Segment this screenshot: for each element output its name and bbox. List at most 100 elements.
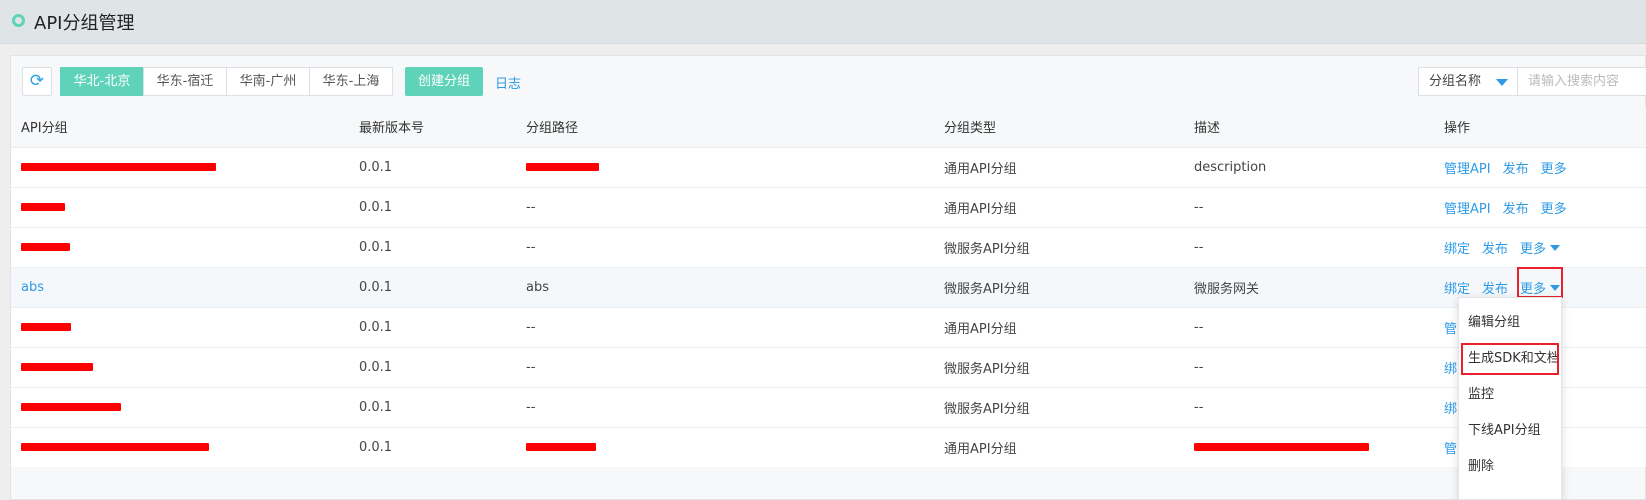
- menu-item-generate-sdk[interactable]: 生成SDK和文档: [1459, 341, 1561, 377]
- path-cell: --: [516, 226, 934, 267]
- type-cell: 微服务API分组: [934, 346, 1184, 387]
- menu-item-offline-group[interactable]: 下线API分组: [1459, 413, 1561, 449]
- chevron-down-icon: [1496, 79, 1508, 86]
- ops-cell: 管理API 发布 更多: [1434, 186, 1646, 227]
- type-cell: 微服务API分组: [934, 226, 1184, 267]
- version-cell: 0.0.1: [349, 346, 516, 387]
- publish-link[interactable]: 发布: [1482, 242, 1508, 257]
- col-header-path: 分组路径: [516, 107, 934, 147]
- path-cell: --: [516, 346, 934, 387]
- col-header-desc: 描述: [1184, 107, 1434, 147]
- redaction-mark: [21, 163, 216, 171]
- page-header: API分组管理: [0, 0, 1646, 44]
- log-link[interactable]: 日志: [495, 73, 521, 92]
- group-name-cell[interactable]: abs: [11, 266, 349, 307]
- refresh-button[interactable]: ⟳: [22, 67, 52, 96]
- redaction-mark: [21, 323, 71, 331]
- group-name-cell[interactable]: [11, 226, 349, 267]
- table-header-row: API分组 最新版本号 分组路径 分组类型 描述 操作: [11, 107, 1646, 147]
- publish-link[interactable]: 发布: [1503, 202, 1529, 217]
- publish-link[interactable]: 发布: [1503, 162, 1529, 177]
- bind-link[interactable]: 绑: [1444, 402, 1457, 417]
- more-link[interactable]: 更多: [1520, 281, 1561, 297]
- api-group-table: API分组 最新版本号 分组路径 分组类型 描述 操作 0.0.1 通用API分…: [11, 107, 1646, 467]
- region-tab-suqian[interactable]: 华东-宿迁: [143, 67, 227, 96]
- table-row: 0.0.1 -- 微服务API分组 -- 绑定 发布 更多: [11, 226, 1646, 267]
- col-header-ops: 操作: [1434, 107, 1646, 147]
- redaction-mark: [21, 403, 121, 411]
- group-name-cell[interactable]: [11, 306, 349, 347]
- redaction-mark: [21, 443, 209, 452]
- type-cell: 通用API分组: [934, 146, 1184, 187]
- desc-cell: --: [1184, 386, 1434, 427]
- more-label: 更多: [1520, 281, 1547, 297]
- region-tabs: 华北-北京 华东-宿迁 华南-广州 华东-上海: [60, 67, 393, 96]
- table-row: 0.0.1 通用API分组 管: [11, 426, 1646, 467]
- version-cell: 0.0.1: [349, 186, 516, 227]
- group-name-link[interactable]: abs: [21, 280, 44, 295]
- bind-link[interactable]: 绑定: [1444, 242, 1470, 257]
- menu-item-monitor[interactable]: 监控: [1459, 377, 1561, 413]
- desc-cell: --: [1184, 346, 1434, 387]
- path-cell: abs: [516, 266, 934, 307]
- redaction-mark: [526, 163, 599, 171]
- group-name-cell[interactable]: [11, 346, 349, 387]
- manage-api-link[interactable]: 管: [1444, 442, 1457, 457]
- bind-link[interactable]: 绑: [1444, 362, 1457, 377]
- path-cell: --: [516, 386, 934, 427]
- version-cell: 0.0.1: [349, 426, 516, 467]
- api-group-panel: ⟳ 华北-北京 华东-宿迁 华南-广州 华东-上海 创建分组 日志 分组名称 A…: [10, 55, 1646, 500]
- publish-link[interactable]: 发布: [1482, 282, 1508, 297]
- page-title: API分组管理: [34, 13, 135, 34]
- title-circle-icon: [12, 14, 25, 27]
- region-tab-beijing[interactable]: 华北-北京: [60, 67, 144, 96]
- col-header-group: API分组: [11, 107, 349, 147]
- search-input[interactable]: [1517, 67, 1646, 96]
- create-group-button[interactable]: 创建分组: [405, 67, 483, 96]
- table-row: 0.0.1 -- 微服务API分组 -- 绑: [11, 346, 1646, 387]
- desc-cell: [1184, 426, 1434, 467]
- table-row: 0.0.1 -- 微服务API分组 -- 绑: [11, 386, 1646, 427]
- more-dropdown-menu: 编辑分组 生成SDK和文档 监控 下线API分组 删除: [1458, 297, 1562, 500]
- group-name-cell[interactable]: [11, 386, 349, 427]
- redaction-mark: [21, 203, 65, 211]
- manage-api-link[interactable]: 管: [1444, 322, 1457, 337]
- toolbar: ⟳ 华北-北京 华东-宿迁 华南-广州 华东-上海 创建分组 日志 分组名称: [11, 56, 1646, 106]
- desc-cell: --: [1184, 306, 1434, 347]
- version-cell: 0.0.1: [349, 386, 516, 427]
- type-cell: 微服务API分组: [934, 266, 1184, 307]
- refresh-icon: ⟳: [29, 71, 45, 91]
- more-label: 更多: [1520, 241, 1547, 257]
- desc-cell: description: [1184, 146, 1434, 187]
- desc-cell: --: [1184, 226, 1434, 267]
- more-link[interactable]: 更多: [1541, 162, 1567, 177]
- manage-api-link[interactable]: 管理API: [1444, 162, 1491, 177]
- more-link[interactable]: 更多: [1520, 241, 1561, 257]
- redaction-mark: [526, 443, 596, 452]
- table-row: abs 0.0.1 abs 微服务API分组 微服务网关 绑定 发布 更多: [11, 266, 1646, 307]
- search-field-select[interactable]: 分组名称: [1418, 67, 1518, 96]
- group-name-cell[interactable]: [11, 186, 349, 227]
- col-header-version: 最新版本号: [349, 107, 516, 147]
- manage-api-link[interactable]: 管理API: [1444, 202, 1491, 217]
- type-cell: 通用API分组: [934, 186, 1184, 227]
- path-cell: --: [516, 306, 934, 347]
- type-cell: 通用API分组: [934, 306, 1184, 347]
- menu-item-edit-group[interactable]: 编辑分组: [1459, 305, 1561, 341]
- group-name-cell[interactable]: [11, 426, 349, 467]
- desc-cell: 微服务网关: [1184, 266, 1434, 307]
- path-cell: [516, 146, 934, 187]
- menu-item-delete[interactable]: 删除: [1459, 449, 1561, 485]
- group-name-cell[interactable]: [11, 146, 349, 187]
- bind-link[interactable]: 绑定: [1444, 282, 1470, 297]
- col-header-type: 分组类型: [934, 107, 1184, 147]
- region-tab-shanghai[interactable]: 华东-上海: [309, 67, 393, 96]
- table-row: 0.0.1 通用API分组 description 管理API 发布 更多: [11, 146, 1646, 187]
- type-cell: 微服务API分组: [934, 386, 1184, 427]
- more-link[interactable]: 更多: [1541, 202, 1567, 217]
- search-field-label: 分组名称: [1429, 74, 1482, 89]
- path-cell: --: [516, 186, 934, 227]
- version-cell: 0.0.1: [349, 266, 516, 307]
- region-tab-guangzhou[interactable]: 华南-广州: [226, 67, 310, 96]
- ops-cell: 管理API 发布 更多: [1434, 146, 1646, 187]
